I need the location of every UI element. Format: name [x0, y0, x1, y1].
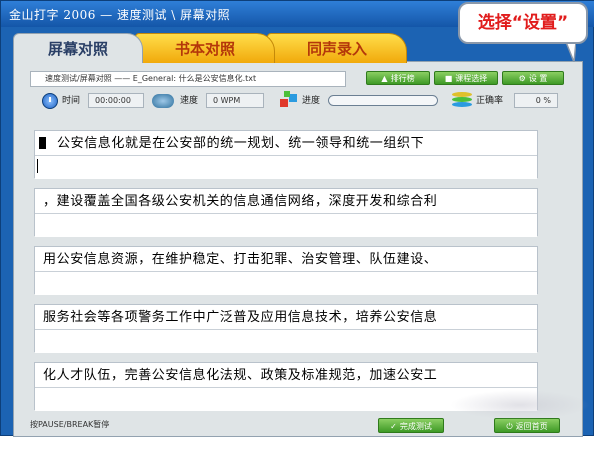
progress-bar: [328, 95, 438, 106]
pause-hint: 按PAUSE/BREAK暂停: [30, 420, 110, 429]
typing-block-4: 服务社会等各项警务工作中广泛普及应用信息技术，培养公安信息: [34, 304, 538, 353]
back-home-button[interactable]: ⏻ 返回首页: [494, 418, 560, 433]
settings-button-label: 设 置: [528, 74, 548, 83]
progress-label: 进度: [302, 96, 321, 106]
callout-annotation: 选择“设置”: [458, 2, 588, 44]
typing-input[interactable]: [35, 213, 537, 237]
current-char-marker: [39, 137, 46, 149]
source-line: ，建设覆盖全国各级公安机关的信息通信网络，深度开发和综合利: [43, 194, 438, 209]
source-line: 公安信息化就是在公安部的统一规划、统一领导和统一组织下: [57, 136, 425, 151]
typing-input[interactable]: [35, 271, 537, 295]
main-panel: 速度测试/屏幕对照 —— E_General: 什么是公安信息化.txt ▲ 排行…: [13, 61, 583, 437]
source-line: 化人才队伍，完善公安信息化法规、政策及标准规范，加速公安工: [43, 368, 438, 383]
time-label: 时间: [62, 96, 81, 106]
gear-icon: ⚙: [518, 74, 526, 83]
speed-icon: [152, 94, 174, 108]
source-line: 服务社会等各项警务工作中广泛普及应用信息技术，培养公安信息: [43, 310, 438, 325]
typing-input[interactable]: [35, 155, 537, 179]
clock-icon: [42, 93, 58, 109]
typing-block-2: ，建设覆盖全国各级公安机关的信息通信网络，深度开发和综合利: [34, 188, 538, 237]
check-icon: ✓: [390, 422, 397, 431]
file-path: 速度测试/屏幕对照 —— E_General: 什么是公安信息化.txt: [30, 71, 346, 87]
tab-screen-compare[interactable]: 屏幕对照: [13, 33, 143, 63]
callout-tail: [566, 42, 576, 62]
accuracy-label: 正确率: [476, 96, 504, 106]
typing-input[interactable]: [35, 329, 537, 353]
text-cursor: [37, 159, 38, 173]
settings-button[interactable]: ⚙ 设 置: [502, 71, 564, 85]
watermark: [450, 390, 590, 420]
accuracy-icon: [452, 92, 472, 108]
power-icon: ⏻: [506, 422, 513, 431]
book-icon: ■: [444, 74, 453, 83]
course-select-button[interactable]: ■ 课程选择: [434, 71, 498, 85]
rank-button[interactable]: ▲ 排行榜: [366, 71, 430, 85]
app-window: 金山打字 2006 — 速度测试 \ 屏幕对照 屏幕对照 书本对照 同声录入 速…: [0, 0, 594, 437]
time-value: 00:00:00: [88, 93, 144, 108]
rank-button-label: 排行榜: [390, 74, 415, 83]
course-button-label: 课程选择: [455, 74, 488, 83]
finish-test-button[interactable]: ✓ 完成测试: [378, 418, 444, 433]
tab-dictation[interactable]: 同声录入: [267, 33, 407, 63]
accuracy-value: 0 %: [514, 93, 558, 108]
tab-book-compare[interactable]: 书本对照: [135, 33, 275, 63]
tab-bar: 屏幕对照 书本对照 同声录入: [13, 33, 413, 63]
trophy-icon: ▲: [381, 74, 388, 83]
progress-icon: [280, 91, 298, 109]
window-title: 金山打字 2006 — 速度测试 \ 屏幕对照: [9, 8, 231, 22]
finish-button-label: 完成测试: [399, 422, 432, 431]
typing-block-1: 公安信息化就是在公安部的统一规划、统一领导和统一组织下: [34, 130, 538, 179]
speed-label: 速度: [180, 96, 199, 106]
speed-value: 0 WPM: [206, 93, 264, 108]
source-line: 用公安信息资源，在维护稳定、打击犯罪、治安管理、队伍建设、: [43, 252, 438, 267]
back-button-label: 返回首页: [515, 422, 548, 431]
typing-block-3: 用公安信息资源，在维护稳定、打击犯罪、治安管理、队伍建设、: [34, 246, 538, 295]
